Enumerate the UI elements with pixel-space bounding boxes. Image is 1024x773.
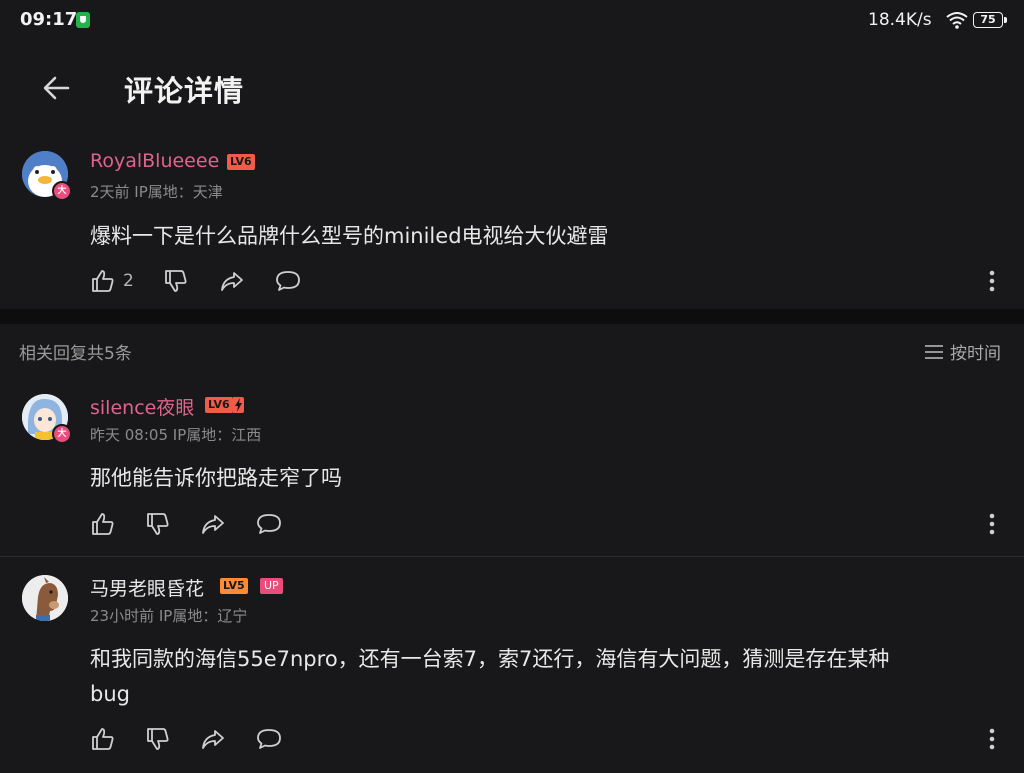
share-icon[interactable] — [219, 268, 245, 294]
more-options-icon[interactable] — [988, 269, 996, 293]
comment-content: 爆料一下是什么品牌什么型号的miniled电视给大伙避雷 — [90, 224, 609, 248]
reply-bubble-icon[interactable] — [256, 726, 282, 752]
reply-bubble-icon[interactable] — [256, 511, 282, 537]
sort-label: 按时间 — [950, 344, 1001, 364]
sort-button[interactable]: 按时间 — [924, 339, 1001, 364]
thumbs-down-icon[interactable] — [145, 511, 171, 537]
share-icon[interactable] — [200, 726, 226, 752]
network-speed: 18.4K/s — [868, 10, 932, 30]
more-options-icon[interactable] — [988, 727, 996, 751]
up-badge: UP — [260, 578, 283, 594]
level-badge-wrap: LV6 — [205, 397, 244, 413]
comment-meta: 2天前 IP属地：天津 — [90, 183, 223, 201]
section-divider — [0, 309, 1024, 324]
share-icon[interactable] — [200, 511, 226, 537]
level-badge: LV6 — [227, 154, 255, 170]
level-badge: LV6 — [205, 397, 233, 413]
comment-username[interactable]: RoyalBlueeee — [90, 150, 219, 172]
thumbs-down-icon[interactable] — [145, 726, 171, 752]
wifi-icon — [946, 12, 968, 29]
level-badge: LV5 — [220, 578, 248, 594]
page-title: 评论详情 — [124, 74, 245, 108]
thumbs-down-icon[interactable] — [163, 268, 189, 294]
avatar[interactable] — [22, 575, 68, 621]
vip-badge: 大 — [52, 424, 72, 444]
sort-lines-icon — [925, 344, 943, 359]
reply-content: 那他能告诉你把路走窄了吗 — [90, 466, 342, 490]
reply-username[interactable]: silence夜眼 — [90, 393, 194, 420]
thumbs-up-icon[interactable] — [90, 268, 116, 294]
thumbs-up-icon[interactable] — [90, 511, 116, 537]
reply-meta: 23小时前 IP属地：辽宁 — [90, 607, 248, 625]
reply-content-line: 和我同款的海信55e7npro，还有一台索7，索7还行，海信有大问题，猜测是存在… — [90, 647, 890, 671]
shield-icon — [76, 12, 90, 28]
more-options-icon[interactable] — [988, 512, 996, 536]
reply-meta: 昨天 08:05 IP属地：江西 — [90, 426, 262, 444]
reply-bubble-icon[interactable] — [275, 268, 301, 294]
replies-count-label: 相关回复共5条 — [19, 344, 132, 364]
reply-content-line: bug — [90, 682, 130, 706]
battery-icon: 75 — [973, 12, 1007, 28]
horse-avatar-image — [22, 575, 68, 621]
status-time: 09:17 — [20, 9, 78, 30]
like-count: 2 — [123, 271, 134, 291]
reply-divider — [0, 556, 1024, 557]
vip-badge: 大 — [52, 181, 72, 201]
reply-username[interactable]: 马男老眼昏花 — [90, 574, 204, 601]
thumbs-up-icon[interactable] — [90, 726, 116, 752]
back-arrow-icon[interactable] — [38, 70, 74, 106]
lightning-icon — [232, 397, 244, 413]
